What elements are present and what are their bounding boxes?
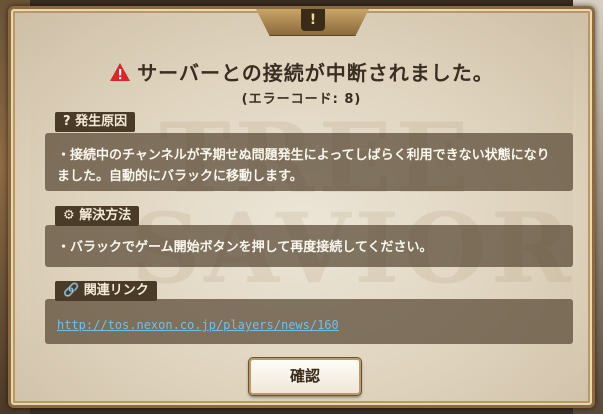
dialog-title-text: サーバーとの接続が中断されました。 — [137, 61, 494, 85]
warning-triangle-icon — [110, 63, 131, 81]
gear-icon: ⚙ — [63, 208, 75, 223]
solution-heading-text: 解決方法 — [79, 208, 132, 223]
cause-section: ・接続中のチャンネルが予期せぬ問題発生によってしばらく利用できない状態になりまし… — [45, 133, 573, 191]
solution-heading: ⚙ 解決方法 — [55, 206, 140, 226]
error-code: (エラーコード: 8) — [241, 92, 362, 107]
solution-body: ・バラックでゲーム開始ボタンを押して再度接続してください。 — [57, 240, 433, 255]
related-link[interactable]: http://tos.nexon.co.jp/players/news/160 — [57, 318, 339, 332]
cause-heading: ? 発生原因 — [55, 112, 136, 132]
related-heading-text: 関連リンク — [83, 283, 149, 298]
related-section: http://tos.nexon.co.jp/players/news/160 — [45, 299, 573, 344]
error-dialog: ! TREESAVIOR サーバーとの接続が中断されました。 (エラーコード: … — [8, 6, 595, 408]
link-icon: 🔗 — [63, 283, 80, 298]
cause-heading-text: 発生原因 — [75, 114, 128, 129]
dialog-title: サーバーとの接続が中断されました。 — [11, 57, 592, 86]
confirm-button[interactable]: 確認 — [249, 358, 361, 395]
question-icon: ? — [63, 114, 71, 129]
solution-section: ・バラックでゲーム開始ボタンを押して再度接続してください。 — [45, 225, 573, 267]
cause-body: ・接続中のチャンネルが予期せぬ問題発生によってしばらく利用できない状態になりまし… — [57, 148, 550, 184]
exclamation-icon: ! — [301, 9, 325, 31]
related-heading: 🔗 関連リンク — [55, 281, 157, 301]
